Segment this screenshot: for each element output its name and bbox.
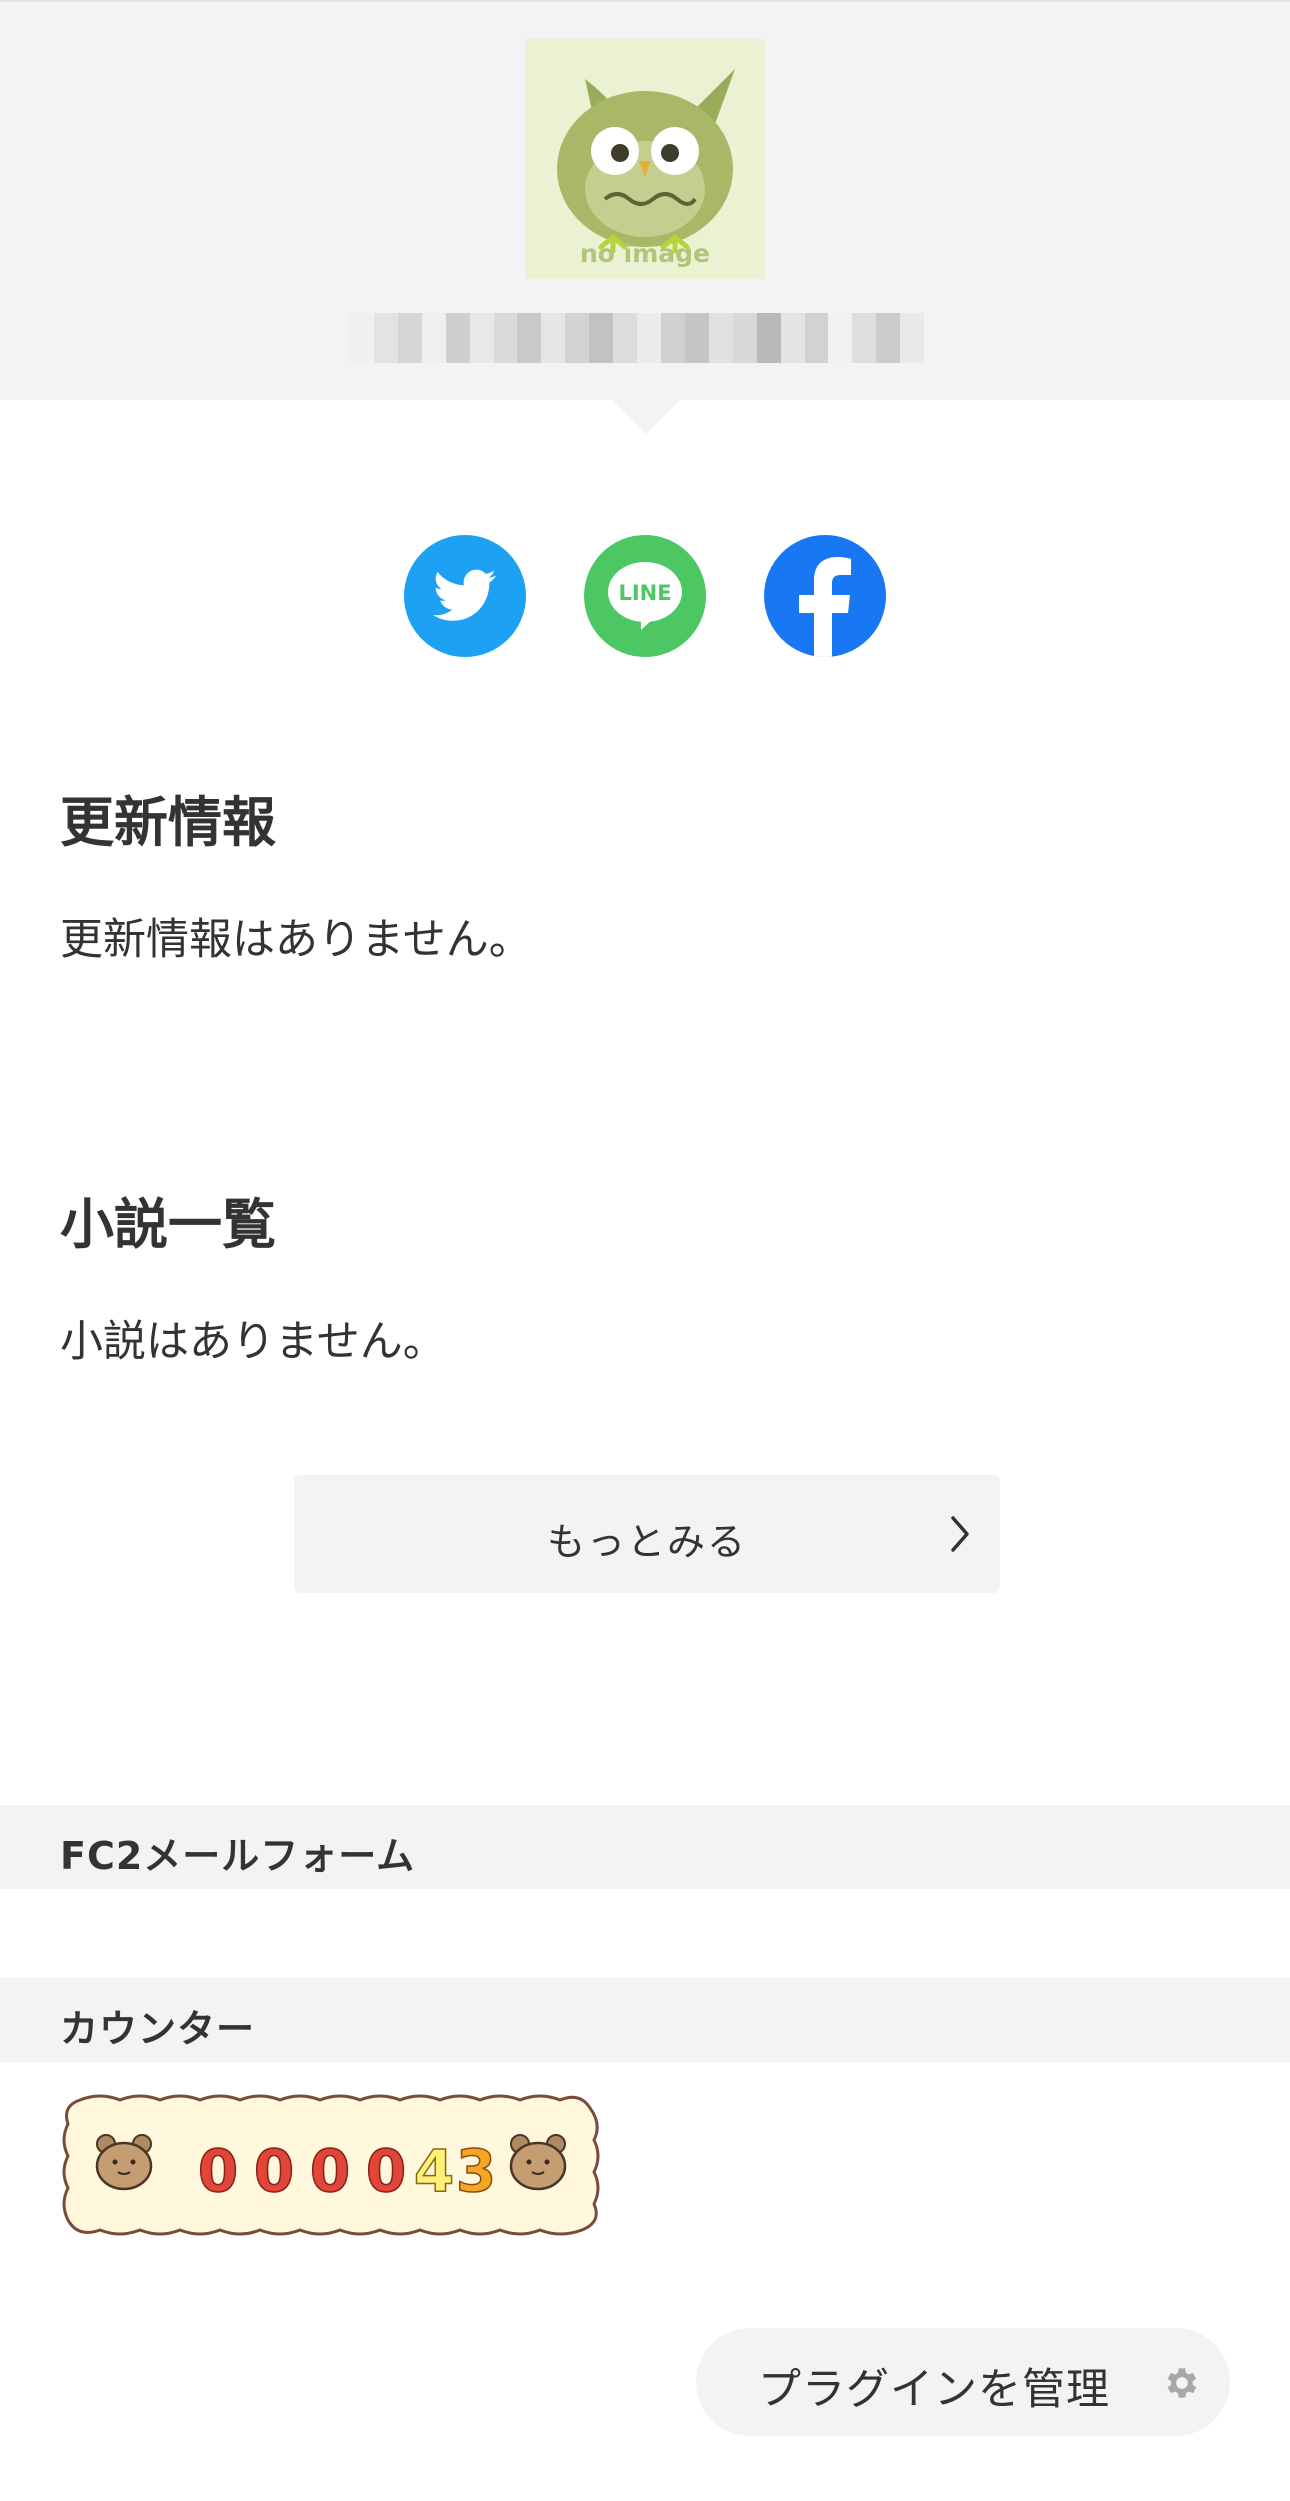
bear-face-icon-left: [95, 2134, 153, 2191]
blur-pixel: [780, 313, 805, 363]
updates-heading: 更新情報: [60, 791, 276, 854]
counter-plugin-title: カウンター: [60, 2007, 256, 2051]
blur-pixel: [637, 313, 661, 363]
blur-pixel: [684, 313, 709, 363]
line-icon: LINE: [608, 562, 682, 630]
blur-pixel: [469, 313, 494, 363]
blur-pixel: [828, 313, 853, 363]
share-buttons: LINE: [0, 535, 1290, 657]
blur-pixel: [660, 313, 685, 363]
updates-empty-text: 更新情報はありません。: [60, 915, 532, 965]
novels-empty-text: 小説はありません。: [60, 1317, 446, 1367]
blur-pixel: [350, 313, 374, 363]
avatar: no image: [525, 39, 765, 279]
blur-pixel: [493, 313, 518, 363]
line-icon-text: LINE: [618, 581, 671, 605]
facebook-f-icon: [799, 557, 851, 657]
see-more-label: もっとみる: [546, 1520, 747, 1564]
blur-pixel: [876, 313, 901, 363]
mailform-plugin-header: FC2メールフォーム: [0, 1805, 1290, 1889]
counter-digit-2: 0: [254, 2137, 294, 2205]
counter-digit-1: 0: [198, 2137, 238, 2205]
blur-pixel: [804, 313, 829, 363]
blur-pixel: [541, 313, 566, 363]
counter-digit-5: 4: [414, 2137, 454, 2205]
mailform-plugin-title: FC2メールフォーム: [60, 1834, 416, 1878]
see-more-button[interactable]: もっとみる: [294, 1475, 1000, 1593]
counter-digit-6: 3: [456, 2137, 496, 2205]
bear-face-icon-right: [509, 2134, 567, 2191]
counter-digit-3: 0: [310, 2137, 350, 2205]
blur-pixel: [852, 313, 877, 363]
manage-plugins-label: プラグインを管理: [758, 2365, 1110, 2415]
blur-pixel: [397, 313, 422, 363]
avatar-caption: no image: [579, 239, 711, 268]
blur-pixel: [756, 313, 781, 363]
facebook-share-button[interactable]: [764, 535, 886, 657]
blur-pixel: [565, 313, 590, 363]
blurred-username: [350, 313, 925, 363]
blur-pixel: [421, 313, 446, 363]
twitter-share-button[interactable]: [404, 535, 526, 657]
blur-pixel: [708, 313, 733, 363]
novels-heading: 小説一覧: [60, 1193, 276, 1256]
blur-pixel: [445, 313, 470, 363]
gear-icon: [1167, 2368, 1197, 2398]
profile-header: no image: [0, 0, 1290, 400]
counter-plugin-header: カウンター: [0, 1978, 1290, 2062]
profile-pointer: [610, 398, 682, 434]
manage-plugins-button[interactable]: プラグインを管理: [696, 2328, 1230, 2436]
access-counter: 0 0 0 0 4 3: [60, 2092, 602, 2238]
blur-pixel: [613, 313, 638, 363]
blur-pixel: [589, 313, 614, 363]
blur-pixel: [732, 313, 757, 363]
line-share-button[interactable]: LINE: [584, 535, 706, 657]
blur-pixel: [517, 313, 542, 363]
blur-pixel: [900, 313, 925, 363]
counter-digit-4: 0: [366, 2137, 406, 2205]
twitter-bird-icon: [433, 569, 496, 621]
chevron-right-icon: [951, 1516, 969, 1552]
blur-pixel: [373, 313, 398, 363]
